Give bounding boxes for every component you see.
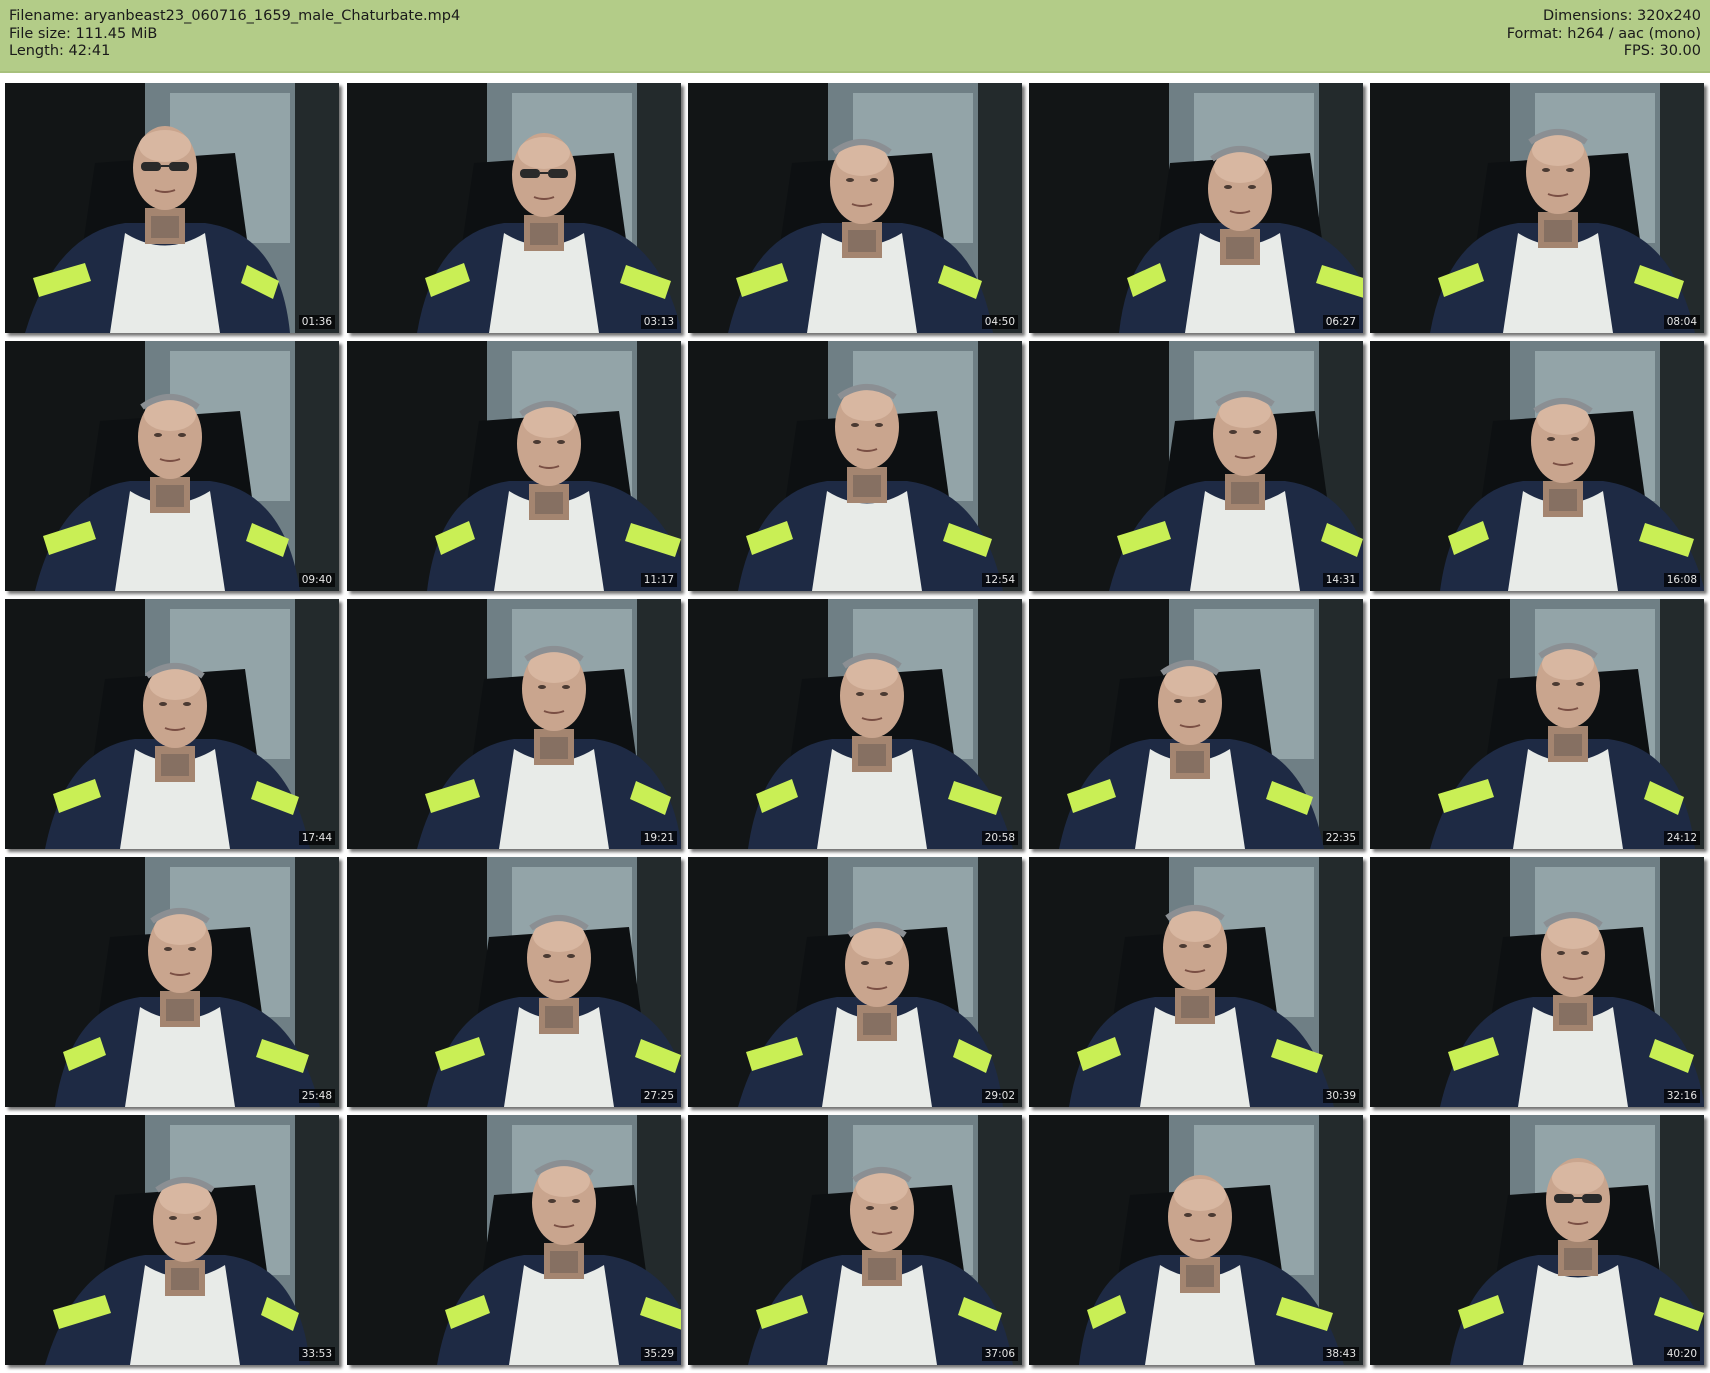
timestamp-label: 35:29 — [640, 1347, 677, 1361]
timestamp-label: 12:54 — [981, 573, 1018, 587]
video-thumbnail: 16:08 — [1370, 341, 1704, 591]
format-label: Format: h264 / aac (mono) — [1506, 25, 1701, 42]
video-thumbnail: 29:02 — [688, 857, 1022, 1107]
frame-image — [5, 83, 339, 333]
frame-image — [1370, 341, 1704, 591]
frame-image — [1370, 83, 1704, 333]
frame-image — [5, 599, 339, 849]
frame-image — [1029, 857, 1363, 1107]
frame-image — [1029, 1115, 1363, 1365]
video-thumbnail: 30:39 — [1029, 857, 1363, 1107]
video-thumbnail: 14:31 — [1029, 341, 1363, 591]
timestamp-label: 25:48 — [298, 1089, 335, 1103]
timestamp-label: 01:36 — [298, 315, 335, 329]
timestamp-label: 29:02 — [981, 1089, 1018, 1103]
timestamp-label: 37:06 — [981, 1347, 1018, 1361]
frame-image — [347, 857, 681, 1107]
timestamp-label: 14:31 — [1322, 573, 1359, 587]
frame-image — [1029, 83, 1363, 333]
video-thumbnail: 08:04 — [1370, 83, 1704, 333]
video-thumbnail: 40:20 — [1370, 1115, 1704, 1365]
video-thumbnail: 11:17 — [347, 341, 681, 591]
timestamp-label: 20:58 — [981, 831, 1018, 845]
frame-image — [5, 1115, 339, 1365]
video-thumbnail: 19:21 — [347, 599, 681, 849]
frame-image — [1029, 599, 1363, 849]
frame-image — [347, 599, 681, 849]
video-thumbnail: 35:29 — [347, 1115, 681, 1365]
timestamp-label: 16:08 — [1663, 573, 1700, 587]
video-thumbnail: 20:58 — [688, 599, 1022, 849]
video-thumbnail: 33:53 — [5, 1115, 339, 1365]
fps-label: FPS: 30.00 — [1623, 43, 1701, 59]
video-thumbnail: 04:50 — [688, 83, 1022, 333]
timestamp-label: 11:17 — [640, 573, 677, 587]
timestamp-label: 40:20 — [1663, 1347, 1700, 1361]
video-thumbnail: 37:06 — [688, 1115, 1022, 1365]
timestamp-label: 19:21 — [640, 831, 677, 845]
video-thumbnail: 17:44 — [5, 599, 339, 849]
frame-image — [1370, 857, 1704, 1107]
frame-image — [688, 83, 1022, 333]
timestamp-label: 30:39 — [1322, 1089, 1359, 1103]
frame-image — [5, 341, 339, 591]
timestamp-label: 22:35 — [1322, 831, 1359, 845]
timestamp-label: 09:40 — [298, 573, 335, 587]
frame-image — [347, 1115, 681, 1365]
filename-label: Filename: aryanbeast23_060716_1659_male_… — [9, 8, 461, 24]
timestamp-label: 38:43 — [1322, 1347, 1359, 1361]
timestamp-label: 03:13 — [640, 315, 677, 329]
timestamp-label: 08:04 — [1663, 315, 1700, 329]
timestamp-label: 17:44 — [298, 831, 335, 845]
frame-image — [347, 83, 681, 333]
timestamp-label: 27:25 — [640, 1089, 677, 1103]
filesize-label: File size: 111.45 MiB — [9, 25, 158, 42]
timestamp-label: 24:12 — [1663, 831, 1700, 845]
frame-image — [1370, 599, 1704, 849]
length-label: Length: 42:41 — [9, 43, 111, 59]
timestamp-label: 32:16 — [1663, 1089, 1700, 1103]
timestamp-label: 04:50 — [981, 315, 1018, 329]
frame-image — [688, 1115, 1022, 1365]
file-info-left: Filename: aryanbeast23_060716_1659_male_… — [9, 8, 460, 61]
timestamp-label: 06:27 — [1322, 315, 1359, 329]
video-thumbnail: 09:40 — [5, 341, 339, 591]
info-header: Filename: aryanbeast23_060716_1659_male_… — [0, 0, 1710, 73]
frame-image — [5, 857, 339, 1107]
video-thumbnail: 38:43 — [1029, 1115, 1363, 1365]
video-thumbnail: 27:25 — [347, 857, 681, 1107]
video-thumbnail: 24:12 — [1370, 599, 1704, 849]
video-thumbnail: 03:13 — [347, 83, 681, 333]
video-thumbnail: 01:36 — [5, 83, 339, 333]
frame-image — [688, 599, 1022, 849]
frame-image — [347, 341, 681, 591]
timestamp-label: 33:53 — [298, 1347, 335, 1361]
frame-image — [688, 857, 1022, 1107]
frame-image — [1029, 341, 1363, 591]
dimensions-label: Dimensions: 320x240 — [1542, 8, 1701, 24]
video-thumbnail: 12:54 — [688, 341, 1022, 591]
video-thumbnail: 06:27 — [1029, 83, 1363, 333]
file-info-right: Dimensions: 320x240 Format: h264 / aac (… — [1507, 8, 1701, 61]
video-thumbnail: 25:48 — [5, 857, 339, 1107]
frame-image — [688, 341, 1022, 591]
video-thumbnail: 32:16 — [1370, 857, 1704, 1107]
frame-image — [1370, 1115, 1704, 1365]
video-thumbnail: 22:35 — [1029, 599, 1363, 849]
